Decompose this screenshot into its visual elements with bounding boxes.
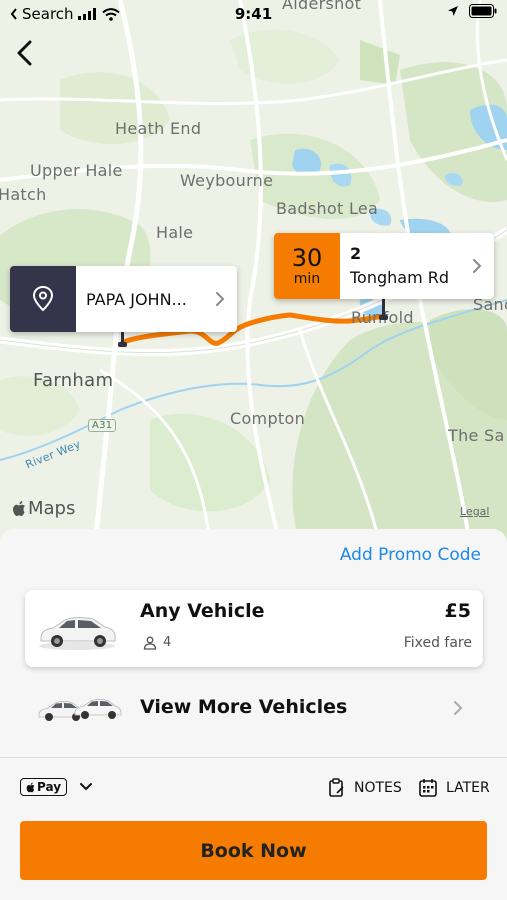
- eta-unit: min: [293, 271, 321, 287]
- payment-method-selector[interactable]: Pay: [20, 778, 93, 796]
- battery-icon: [469, 4, 497, 18]
- pickup-label: PAPA JOHN...: [86, 289, 187, 309]
- maps-brand: Maps: [12, 498, 75, 519]
- vehicle-name: Any Vehicle: [140, 600, 265, 622]
- calendar-icon: [419, 779, 437, 797]
- place-label-badshot-lea: Badshot Lea: [276, 199, 379, 218]
- cars-icon: [38, 699, 122, 721]
- book-now-button[interactable]: Book Now: [20, 821, 487, 880]
- view-more-vehicles-row[interactable]: View More Vehicles: [25, 679, 483, 739]
- add-promo-code-link[interactable]: Add Promo Code: [340, 545, 481, 565]
- later-label: LATER: [446, 780, 490, 796]
- seat-count: 4: [143, 635, 171, 650]
- eta-badge: 30 min: [274, 233, 340, 299]
- payment-method-label: Pay: [37, 780, 62, 794]
- place-label-the-sands: The Sa: [448, 426, 505, 445]
- place-label-compton: Compton: [230, 409, 306, 428]
- notes-label: NOTES: [354, 780, 402, 796]
- booking-sheet: Add Promo Code Any Vehicle 4 £5 Fixed fa…: [0, 529, 507, 900]
- divider: [0, 757, 507, 758]
- chevron-right-icon: [216, 292, 225, 306]
- pickup-marker: [10, 266, 76, 332]
- place-label-hale: Hale: [156, 223, 194, 242]
- chevron-left-icon: [17, 40, 32, 66]
- vehicle-option-card[interactable]: Any Vehicle 4 £5 Fixed fare: [25, 590, 483, 667]
- place-label-hatch: Hatch: [0, 185, 47, 204]
- pickup-callout[interactable]: PAPA JOHN...: [10, 266, 237, 332]
- notes-button[interactable]: NOTES: [328, 778, 402, 798]
- place-label-farnham: Farnham: [33, 370, 114, 391]
- eta-value: 30: [291, 244, 323, 272]
- place-label-weybourne: Weybourne: [180, 171, 274, 190]
- location-arrow-icon: [448, 6, 458, 16]
- vehicle-price: £5: [444, 600, 471, 622]
- place-label-upper-hale: Upper Hale: [30, 161, 123, 180]
- status-bar: Search 9:41: [0, 0, 507, 30]
- legal-link[interactable]: Legal: [460, 505, 489, 518]
- car-icon: [39, 617, 116, 650]
- place-label-heath-end: Heath End: [115, 119, 202, 138]
- dropoff-street: Tongham Rd: [350, 268, 450, 287]
- chevron-down-icon: [80, 783, 93, 791]
- back-button[interactable]: [10, 36, 40, 70]
- dropoff-callout[interactable]: 30 min 2 Tongham Rd: [274, 233, 494, 299]
- map-view[interactable]: Aldershot Heath End Upper Hale Hatch Wey…: [0, 0, 507, 545]
- status-time: 9:41: [234, 5, 273, 23]
- chevron-right-icon: [473, 259, 482, 273]
- dropoff-pin-stem: [382, 297, 385, 317]
- chevron-right-icon: [454, 701, 463, 715]
- apple-logo-icon: [12, 501, 25, 516]
- dropoff-number: 2: [350, 244, 362, 263]
- apple-logo-icon: [26, 782, 35, 792]
- notes-icon: [329, 778, 344, 797]
- view-more-vehicles-label: View More Vehicles: [140, 696, 348, 718]
- dropoff-pin-foot: [379, 315, 388, 320]
- road-shield-a31: A31: [88, 419, 117, 432]
- person-icon: [143, 636, 157, 650]
- apple-pay-badge: Pay: [20, 778, 68, 796]
- fare-type: Fixed fare: [403, 635, 472, 651]
- seat-count-value: 4: [163, 635, 172, 650]
- maps-brand-text: Maps: [28, 498, 76, 519]
- schedule-later-button[interactable]: LATER: [418, 778, 490, 798]
- location-pin-icon: [32, 285, 54, 312]
- pickup-pin-foot: [118, 342, 127, 347]
